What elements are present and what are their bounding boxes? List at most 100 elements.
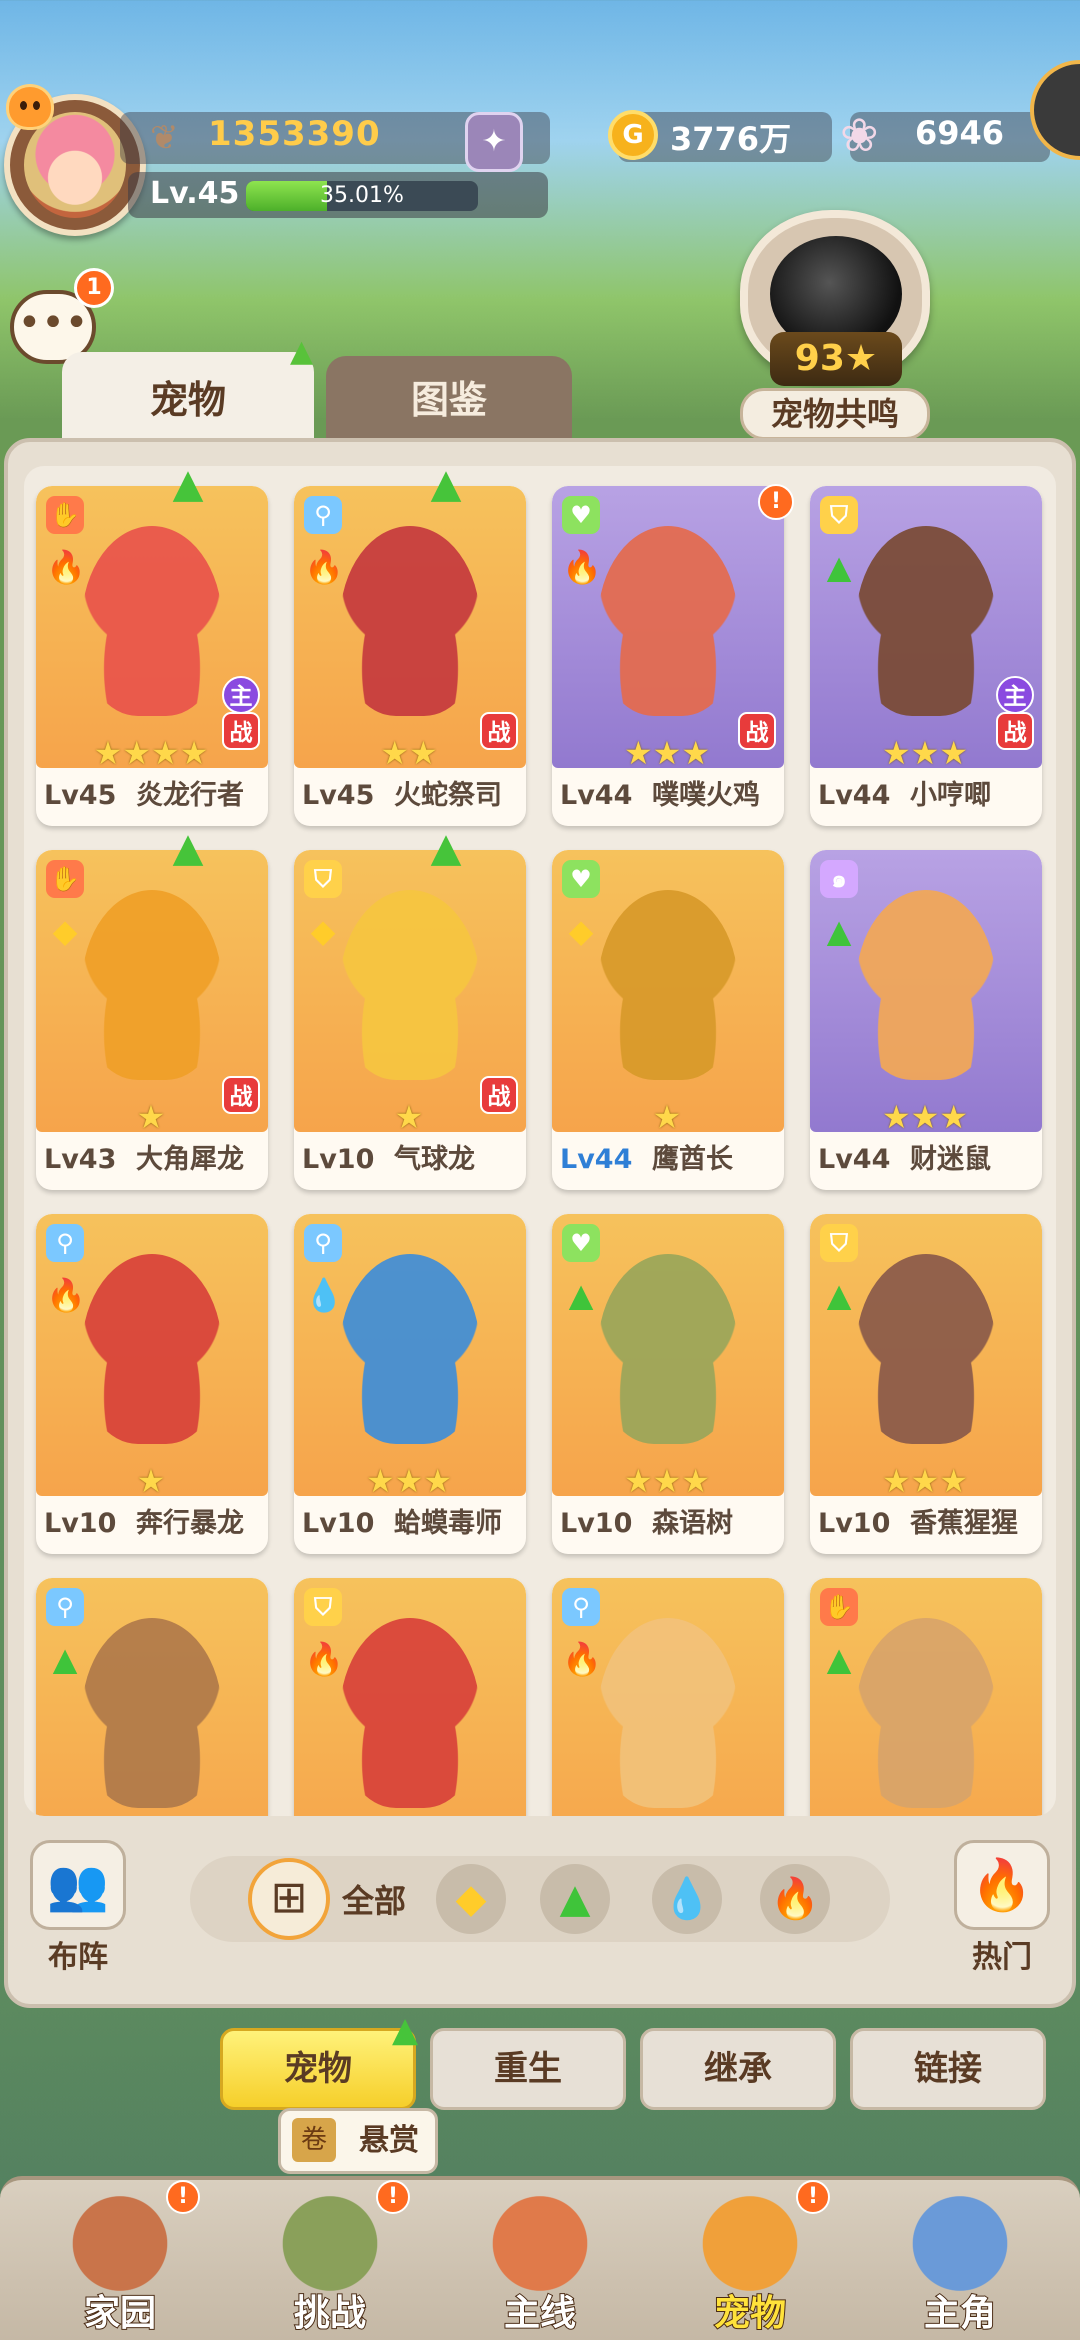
role-key-icon: ⚲: [562, 1588, 600, 1626]
star-rating: ★★★: [881, 734, 969, 772]
pet-card[interactable]: ♥ 🔥 战 ★★★ Lv44 噗噗火鸡: [552, 486, 784, 826]
subtab-rebirth[interactable]: 重生: [430, 2028, 626, 2110]
filter-fire-icon[interactable]: 🔥: [760, 1864, 830, 1934]
in-battle-badge: 战: [222, 712, 260, 750]
tab-upgrade-arrow-icon: ▲: [290, 334, 314, 369]
element-grass-icon: ▲: [826, 1640, 852, 1678]
element-fire-icon: 🔥: [562, 1640, 602, 1678]
subtab-inherit[interactable]: 继承: [640, 2028, 836, 2110]
pet-card[interactable]: ⚲ 🔥 ★ Lv10 奔行暴龙: [36, 1214, 268, 1554]
pet-info: Lv45 火蛇祭司: [302, 774, 522, 818]
nav-item-label: 挑战: [293, 2292, 367, 2335]
hot-button[interactable]: 🔥: [954, 1840, 1050, 1930]
gem-value: 6946: [915, 114, 1005, 152]
role-key-icon: ⚲: [304, 1224, 342, 1262]
element-earth-icon: ◆: [310, 912, 336, 950]
filter-water-icon[interactable]: 💧: [652, 1864, 722, 1934]
pet-name: 鹰酋长: [652, 1144, 733, 1175]
nav-item[interactable]: 主角: [860, 2180, 1060, 2340]
chat-notification-badge: 1: [74, 268, 114, 308]
filter-all-label: 全部: [342, 1882, 407, 1920]
element-fire-icon: 🔥: [562, 548, 602, 586]
role-heart-icon: ♥: [562, 496, 600, 534]
pet-card[interactable]: ⛉ ▲ 主 战 ★★★ Lv44 小哼唧: [810, 486, 1042, 826]
nav-item[interactable]: 宠物 !: [650, 2180, 850, 2340]
pet-name: 财迷鼠: [910, 1144, 991, 1175]
star-rating: ★★★: [623, 734, 711, 772]
tab-codex[interactable]: 图鉴: [326, 356, 572, 444]
upgrade-arrow-icon: ▲: [172, 825, 204, 871]
pet-card[interactable]: ⛉ ◆ 战 ★ Lv10 气球龙: [294, 850, 526, 1190]
pet-level: Lv10: [302, 1144, 375, 1175]
hot-label: 热门: [972, 1940, 1032, 1975]
subtab-upgrade-arrow-icon: ▲: [392, 2010, 419, 2050]
pet-figure: [598, 526, 738, 716]
pet-figure: [82, 526, 222, 716]
pet-name: 噗噗火鸡: [652, 780, 760, 811]
star-rating: ★: [136, 1462, 166, 1500]
pet-figure: [856, 526, 996, 716]
element-grass-icon: ▲: [826, 912, 852, 950]
pet-card[interactable]: ⚲ ▲: [36, 1578, 268, 1816]
role-key-icon: ⚲: [46, 1224, 84, 1262]
role-fire-icon: ✋: [46, 860, 84, 898]
pet-card[interactable]: ⛉ ▲ ★★★ Lv10 香蕉猩猩: [810, 1214, 1042, 1554]
resonance-label: 宠物共鸣: [740, 388, 930, 440]
nav-item[interactable]: 家园 !: [20, 2180, 220, 2340]
role-spiral-icon: ๑: [820, 860, 858, 898]
nav-item[interactable]: 挑战 !: [230, 2180, 430, 2340]
pet-name: 火蛇祭司: [394, 780, 502, 811]
pet-name: 炎龙行者: [136, 780, 244, 811]
pet-card[interactable]: ⚲ 🔥: [552, 1578, 784, 1816]
pet-card[interactable]: ⛉ 🔥: [294, 1578, 526, 1816]
pet-card[interactable]: ♥ ▲ ★★★ Lv10 森语树: [552, 1214, 784, 1554]
star-rating: ★★★: [881, 1462, 969, 1500]
star-rating: ★: [652, 1098, 682, 1136]
pet-level: Lv10: [818, 1508, 891, 1539]
element-grass-icon: ▲: [52, 1640, 78, 1678]
pet-figure: [856, 1618, 996, 1808]
pet-figure: [82, 1618, 222, 1808]
pet-level: Lv45: [302, 780, 375, 811]
pet-level: Lv44: [818, 1144, 891, 1175]
main-pet-badge: 主: [222, 676, 260, 714]
subtab-pets[interactable]: 宠物: [220, 2028, 416, 2110]
element-earth-icon: ◆: [568, 912, 594, 950]
element-grass-icon: ▲: [826, 1276, 852, 1314]
role-shield-icon: ⛉: [304, 1588, 342, 1626]
pet-level: Lv10: [302, 1508, 375, 1539]
pet-card[interactable]: ✋ ◆ 战 ★ Lv43 大角犀龙: [36, 850, 268, 1190]
pet-figure: [856, 1254, 996, 1444]
nav-item[interactable]: 主线: [440, 2180, 640, 2340]
pet-card-grid[interactable]: ✋ 🔥 主 战 ★★★★ Lv45 炎龙行者 ▲ ⚲ 🔥 战 ★ ★ Lv45 火蛇祭…: [24, 466, 1056, 1816]
filter-grass-icon[interactable]: ▲: [540, 1864, 610, 1934]
star-rating: ★★★: [623, 1462, 711, 1500]
pet-card[interactable]: ✋ 🔥 主 战 ★★★★ Lv45 炎龙行者: [36, 486, 268, 826]
gold-value: 3776万: [670, 120, 792, 158]
filter-all-button[interactable]: ⊞: [248, 1858, 330, 1940]
pet-info: Lv10 香蕉猩猩: [818, 1502, 1038, 1546]
pet-card[interactable]: ⚲ 💧 ★★★ Lv10 蛤蟆毒师: [294, 1214, 526, 1554]
pet-name: 气球龙: [394, 1144, 475, 1175]
pet-card[interactable]: ✋ ▲: [810, 1578, 1042, 1816]
pet-info: Lv44 小哼唧: [818, 774, 1038, 818]
pet-card[interactable]: ๑ ▲ ★★★ Lv44 财迷鼠: [810, 850, 1042, 1190]
element-grass-icon: ▲: [568, 1276, 594, 1314]
filter-earth-icon[interactable]: ◆: [436, 1864, 506, 1934]
pet-card[interactable]: ⚲ 🔥 战 ★★ Lv45 火蛇祭司: [294, 486, 526, 826]
nav-alert-icon: !: [166, 2180, 200, 2214]
pet-level: Lv44: [560, 1144, 633, 1175]
pet-level: Lv10: [560, 1508, 633, 1539]
pet-card[interactable]: ♥ ◆ ★ Lv44 鹰酋长: [552, 850, 784, 1190]
subtab-link[interactable]: 链接: [850, 2028, 1046, 2110]
star-rating: ★★★: [365, 1462, 453, 1500]
star-rating: ★★★: [881, 1098, 969, 1136]
pet-info: Lv44 财迷鼠: [818, 1138, 1038, 1182]
formation-button[interactable]: 👥: [30, 1840, 126, 1930]
rank-bone-icon[interactable]: ✦: [465, 112, 523, 172]
scroll-icon: 卷: [292, 2118, 336, 2162]
pet-level: Lv44: [560, 780, 633, 811]
element-fire-icon: 🔥: [304, 1640, 344, 1678]
tab-pets[interactable]: 宠物: [62, 352, 314, 448]
pet-figure: [598, 890, 738, 1080]
